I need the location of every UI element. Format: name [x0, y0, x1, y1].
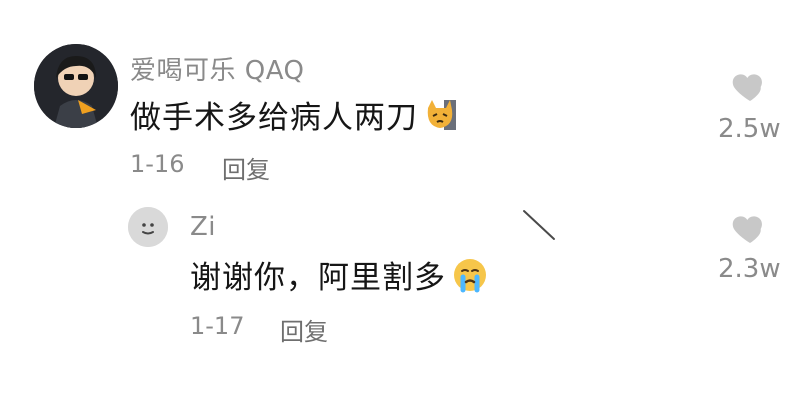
like-count: 2.3w: [718, 254, 781, 284]
comment-text: 谢谢你，阿里割多: [190, 260, 446, 296]
face-avatar-icon: [128, 207, 168, 247]
slash-mark-icon: [523, 210, 555, 240]
avatar-illustration-icon: [34, 44, 118, 128]
like-button[interactable]: [730, 208, 770, 248]
heart-icon: [732, 216, 762, 243]
crying-face-emoji-icon: [452, 257, 488, 293]
reply-button[interactable]: 回复: [222, 150, 270, 185]
reply-button[interactable]: 回复: [280, 312, 328, 347]
comment-date: 1-16: [130, 150, 185, 178]
avatar[interactable]: [128, 207, 168, 247]
avatar[interactable]: [34, 44, 118, 128]
comment-date: 1-17: [190, 312, 245, 340]
like-button[interactable]: [730, 66, 770, 106]
comment-username[interactable]: Zi: [190, 212, 216, 242]
comment-text: 做手术多给病人两刀: [130, 100, 418, 136]
comment-username[interactable]: 爱喝可乐 QAQ: [130, 50, 305, 87]
cat-face-emoji-icon: [424, 98, 458, 132]
like-count: 2.5w: [718, 114, 781, 144]
heart-icon: [732, 74, 762, 101]
